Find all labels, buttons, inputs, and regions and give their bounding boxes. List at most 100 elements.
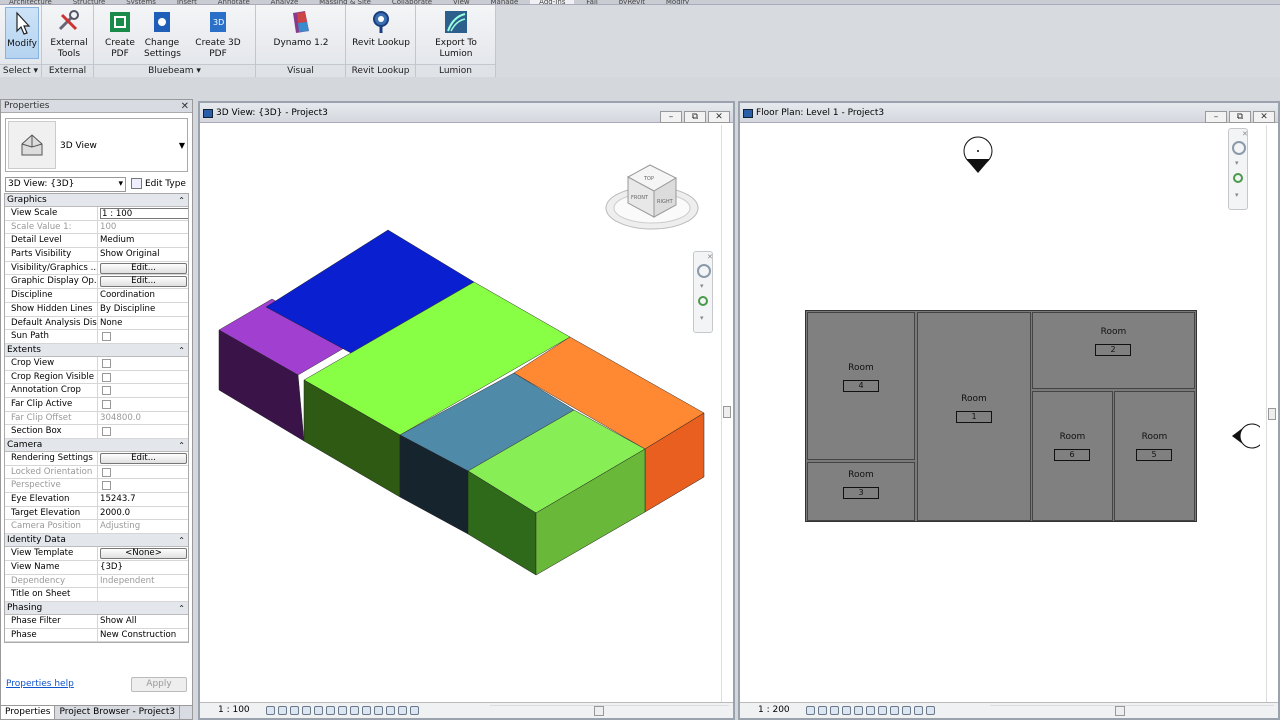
constraints-icon[interactable] [926, 706, 935, 715]
property-value[interactable]: By Discipline [99, 303, 188, 316]
property-group-graphics[interactable]: Graphics ⌃ [5, 194, 188, 207]
room-tag[interactable]: 4 [843, 380, 879, 392]
vertical-scrollbar[interactable] [721, 125, 731, 702]
zoom-icon[interactable] [698, 296, 708, 306]
room-tag[interactable]: 3 [843, 487, 879, 499]
property-edit-button[interactable]: <None> [100, 548, 187, 560]
property-value[interactable] [99, 357, 188, 370]
reveal-hidden-icon[interactable] [890, 706, 899, 715]
dynamo-button[interactable]: Dynamo 1.2 [271, 7, 331, 49]
property-value[interactable]: Edit... [99, 275, 188, 288]
scroll-thumb[interactable] [1268, 408, 1276, 420]
steering-wheel-icon[interactable] [697, 264, 711, 278]
property-checkbox[interactable] [102, 386, 111, 396]
crop-region-icon[interactable] [866, 706, 875, 715]
vertical-scrollbar[interactable] [1266, 125, 1276, 702]
property-value[interactable]: None [99, 317, 188, 330]
crop-icon[interactable] [854, 706, 863, 715]
property-edit-button[interactable]: Edit... [100, 453, 187, 464]
property-group-camera[interactable]: Camera ⌃ [5, 439, 188, 452]
property-value[interactable]: Show All [99, 615, 188, 628]
detail-level-icon[interactable] [806, 706, 815, 715]
analysis-icon[interactable] [398, 706, 407, 715]
tab-annotate[interactable]: Annotate [209, 0, 259, 4]
view-scale[interactable]: 1 : 100 [218, 705, 250, 715]
select-panel-title[interactable]: Select ▾ [0, 64, 41, 77]
collapse-icon[interactable]: ⌃ [178, 439, 185, 452]
constraints-icon[interactable] [410, 706, 419, 715]
property-edit-button[interactable]: Edit... [100, 262, 187, 274]
tab-collaborate[interactable]: Collaborate [383, 0, 441, 4]
tab-manage[interactable]: Manage [481, 0, 527, 4]
room-tag[interactable]: 1 [956, 411, 992, 423]
close-button[interactable]: ✕ [1253, 111, 1275, 123]
view-scale[interactable]: 1 : 200 [758, 705, 790, 715]
properties-help-link[interactable]: Properties help [6, 679, 74, 689]
visual-style-icon[interactable] [278, 706, 287, 715]
view-canvas-plan[interactable]: Room 4 Room 3 Room 1 Room 2 Room 6 Room … [744, 125, 1264, 702]
sun-path-icon[interactable] [830, 706, 839, 715]
view-canvas-3d[interactable]: TOP FRONT RIGHT ✕ ▾ ▾ [204, 125, 719, 702]
bluebeam-panel-title[interactable]: Bluebeam ▾ [94, 64, 255, 77]
view-title-bar-plan[interactable]: Floor Plan: Level 1 - Project3 – ⧉ ✕ [740, 103, 1278, 123]
restore-button[interactable]: ⧉ [1229, 111, 1251, 123]
property-value[interactable]: Edit... [99, 262, 188, 275]
property-value[interactable]: {3D} [99, 561, 188, 574]
sun-path-icon[interactable] [290, 706, 299, 715]
property-value[interactable]: 2000.0 [99, 507, 188, 520]
chevron-down-icon[interactable]: ▾ [1235, 159, 1239, 167]
property-checkbox[interactable] [102, 372, 111, 382]
create-pdf-button[interactable]: Create PDF [96, 7, 144, 60]
analysis-icon[interactable] [914, 706, 923, 715]
chevron-down-icon[interactable]: ▾ [700, 314, 704, 322]
property-checkbox[interactable] [102, 358, 111, 368]
create-3d-pdf-button[interactable]: 3D Create 3D PDF [186, 7, 250, 60]
tab-project-browser[interactable]: Project Browser - Project3 [55, 706, 181, 719]
tab-fall[interactable]: Fall [577, 0, 607, 4]
property-value[interactable]: Coordination [99, 289, 188, 302]
property-value[interactable] [99, 207, 188, 220]
horizontal-scrollbar[interactable] [490, 705, 729, 716]
collapse-icon[interactable]: ⌃ [178, 602, 185, 615]
close-icon[interactable]: ✕ [707, 253, 713, 261]
elevation-marker-north[interactable] [961, 135, 995, 177]
scroll-thumb[interactable] [1115, 706, 1125, 716]
property-value[interactable] [99, 330, 188, 343]
room-6[interactable]: Room 6 [1032, 391, 1113, 521]
temp-hide-icon[interactable] [362, 706, 371, 715]
room-tag[interactable]: 2 [1095, 344, 1131, 356]
tab-architecture[interactable]: Architecture [0, 0, 61, 4]
change-settings-button[interactable]: Change Settings [144, 7, 181, 60]
tab-analyze[interactable]: Analyze [262, 0, 308, 4]
external-tools-button[interactable]: External Tools [48, 7, 90, 60]
tab-insert[interactable]: Insert [168, 0, 206, 4]
property-group-identity-data[interactable]: Identity Data ⌃ [5, 534, 188, 548]
tab-pyrevit[interactable]: pyRevit [610, 0, 654, 4]
restore-button[interactable]: ⧉ [684, 111, 706, 123]
apply-button[interactable]: Apply [131, 677, 187, 692]
close-icon[interactable]: ✕ [181, 100, 189, 113]
temp-properties-icon[interactable] [386, 706, 395, 715]
temp-properties-icon[interactable] [902, 706, 911, 715]
tab-modify[interactable]: Modify [657, 0, 698, 4]
property-value[interactable]: New Construction [99, 629, 188, 642]
property-value[interactable]: Medium [99, 234, 188, 247]
steering-wheel-icon[interactable] [1232, 141, 1246, 155]
close-icon[interactable]: ✕ [1242, 130, 1248, 138]
property-value[interactable] [99, 425, 188, 438]
property-group-extents[interactable]: Extents ⌃ [5, 343, 188, 357]
property-value[interactable] [99, 588, 188, 601]
shadows-icon[interactable] [842, 706, 851, 715]
elevation-marker-east[interactable] [1230, 421, 1260, 451]
modify-button[interactable]: Modify [5, 7, 39, 59]
rendering-icon[interactable] [314, 706, 323, 715]
tab-massing[interactable]: Massing & Site [310, 0, 380, 4]
property-value[interactable] [99, 371, 188, 384]
property-value[interactable]: 15243.7 [99, 493, 188, 506]
property-checkbox[interactable] [102, 427, 111, 437]
lock-3d-icon[interactable] [350, 706, 359, 715]
shadows-icon[interactable] [302, 706, 311, 715]
tab-structure[interactable]: Structure [64, 0, 115, 4]
room-5[interactable]: Room 5 [1114, 391, 1195, 521]
room-2[interactable]: Room 2 [1032, 312, 1195, 389]
